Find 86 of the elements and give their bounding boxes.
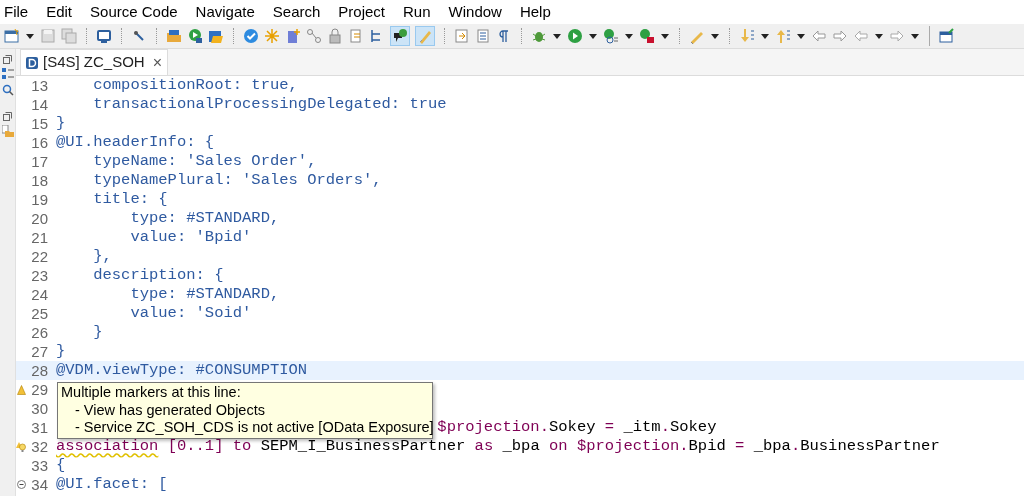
line-number: 19 [30,190,48,209]
code-line: } [56,114,66,133]
code-line: value: 'Bpid' [129,228,252,247]
code-line: typeNamePlural: 'Sales Orders', [92,171,382,190]
line-number: 24 [30,285,48,304]
pages-icon[interactable] [348,28,364,44]
tooltip-item: - View has generated Objects [74,401,266,419]
line-number: 33 [30,456,48,475]
menu-item[interactable]: Help [517,0,553,24]
back-edit-icon[interactable] [811,28,827,44]
tab-label: [S4S] ZC_SOH [43,52,145,73]
line-number: 15 [30,114,48,133]
code-line: association [0..1] to SEPM_I_BusinessPartner as _bpa on $projection.Bpid = _bpa.BusinessPartner [56,437,940,456]
link-nodes-icon[interactable] [306,28,322,44]
forward-edit-icon[interactable] [832,28,848,44]
tooltip-title: Multiple markers at this line: [61,384,242,402]
code-line: value: 'Soid' [129,304,252,323]
menu-item[interactable]: Source Code [88,0,180,24]
monitor-icon[interactable] [96,28,112,44]
code-line: transactionalProcessingDelegated: true [92,95,447,114]
warning-lightbulb-icon [16,441,26,452]
code-line: $projection.Sokey = _itm.Sokey [437,418,717,437]
document-icon [26,56,38,69]
run-icon[interactable] [567,28,583,44]
code-line: @UI.headerInfo: { [56,133,215,152]
code-line: { [56,456,66,475]
toggle-button[interactable] [390,26,410,46]
code-line: compositionRoot: true, [92,76,298,95]
code-line: type: #STANDARD, [129,285,280,304]
menu-item[interactable]: Project [336,0,387,24]
toggle-button[interactable] [415,26,435,46]
brush-icon [417,28,433,44]
line-number: 21 [30,228,48,247]
code-line: @VDM.viewType: #CONSUMPTION [56,361,308,380]
menu-item[interactable]: Window [446,0,504,24]
code-line: type: #STANDARD, [129,209,280,228]
code-line: }, [92,247,112,266]
line-number: 14 [30,95,48,114]
line-number: 22 [30,247,48,266]
open-perspective-icon[interactable] [939,28,955,44]
menu-item[interactable]: Edit [44,0,75,24]
run-history-icon[interactable] [603,28,619,44]
line-number: 31 [30,418,48,437]
editor-tab[interactable]: [S4S] ZC_SOH × [20,49,169,75]
search-icon[interactable] [1,84,14,96]
code-line: @UI.facet: [ [56,475,168,494]
restore-icon[interactable] [3,112,12,121]
code-line: } [56,342,66,361]
document-lines-icon[interactable] [475,28,491,44]
menu-item[interactable]: Search [270,0,323,24]
folder-icon[interactable] [166,28,182,44]
restore-icon[interactable] [3,55,12,64]
code-line: typeName: 'Sales Order', [92,152,317,171]
check-icon[interactable] [243,28,259,44]
run-object-icon[interactable] [187,28,203,44]
speech-bubble-icon [392,28,408,44]
line-number: 34 [30,475,48,494]
line-number: 18 [30,171,48,190]
document-sparkle-icon[interactable] [285,28,301,44]
line-number: 32 [30,437,48,456]
back-icon[interactable] [853,28,869,44]
line-number: 26 [30,323,48,342]
line-number: 25 [30,304,48,323]
close-button[interactable]: × [152,50,163,75]
forward-icon[interactable] [889,28,905,44]
lock-icon[interactable] [327,28,343,44]
menu-item[interactable]: Navigate [193,0,257,24]
outline-icon[interactable] [1,68,14,80]
line-number: 16 [30,133,48,152]
code-line: description: { [92,266,224,285]
line-number: 27 [30,342,48,361]
menu-item[interactable]: Run [401,0,433,24]
run-toolbox-icon[interactable] [639,28,655,44]
menu-item[interactable]: File [2,0,31,24]
line-number: 29 [30,380,48,399]
folder-edit-icon[interactable] [208,28,224,44]
line-number: 28 [30,361,48,380]
code-line: title: { [92,190,168,209]
line-number: 23 [30,266,48,285]
collapse-icon[interactable] [17,480,26,489]
line-number: 17 [30,152,48,171]
line-number: 30 [30,399,48,418]
new-window-icon[interactable] [4,28,20,44]
line-number: 20 [30,209,48,228]
code-line: } [92,323,103,342]
line-number: 13 [30,76,48,95]
